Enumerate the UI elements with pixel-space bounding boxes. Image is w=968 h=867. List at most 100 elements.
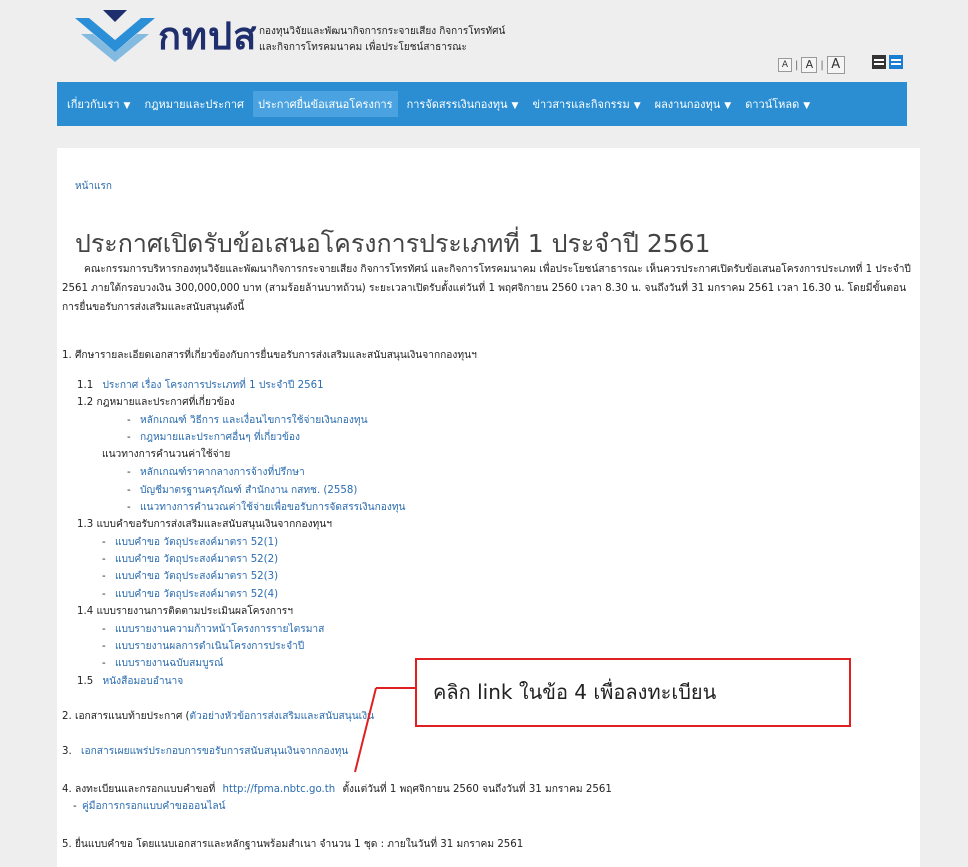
annotation-callout-box: คลิก link ในข้อ 4 เพื่อลงทะเบียน [415, 658, 851, 727]
section-2-text: 2. เอกสารแนบท้ายประกาศ ( [62, 711, 190, 722]
item-1-5: 1.5 หนังสือมอบอำนาจ [77, 675, 183, 689]
nav-item-fund-results[interactable]: ผลงานกองทุน ▼ [650, 91, 737, 117]
bullet-dash: - [102, 641, 106, 652]
section-1-heading: 1. ศึกษารายละเอียดเอกสารที่เกี่ยวข้องกับ… [62, 350, 477, 361]
nav-label: ข่าวสารและกิจกรรม [532, 98, 630, 111]
bullet-dash: - [102, 537, 106, 548]
list-item: - แนวทางการคำนวณค่าใช้จ่ายเพื่อขอรับการจ… [127, 501, 406, 515]
form-52-3-link[interactable]: แบบคำขอ วัตถุประสงค์มาตรา 52(3) [115, 571, 278, 582]
section-3: 3. เอกสารเผยแพร่ประกอบการขอรับการสนับสนุ… [62, 745, 348, 759]
font-size-small-button[interactable]: A [778, 58, 792, 72]
bullet-dash: - [127, 467, 131, 478]
page-title: ประกาศเปิดรับข้อเสนอโครงการประเภทที่ 1 ป… [75, 229, 711, 258]
section-4: 4. ลงทะเบียนและกรอกแบบคำขอที่ http://fpm… [62, 783, 612, 797]
bullet-dash: - [102, 658, 106, 669]
other-laws-link[interactable]: กฎหมายและประกาศอื่นๆ ที่เกี่ยวข้อง [140, 432, 300, 443]
funding-documents-link[interactable]: เอกสารเผยแพร่ประกอบการขอรับการสนับสนุนเง… [81, 746, 348, 757]
section-2: 2. เอกสารแนบท้ายประกาศ (ตัวอย่างหัวข้อกา… [62, 710, 374, 724]
section-5: 5. ยื่นแบบคำขอ โดยแนบเอกสารและหลักฐานพร้… [62, 839, 524, 850]
main-content: หน้าแรก ประกาศเปิดรับข้อเสนอโครงการประเภ… [57, 148, 920, 867]
font-size-medium-button[interactable]: A [801, 57, 818, 73]
form-52-1-link[interactable]: แบบคำขอ วัตถุประสงค์มาตรา 52(1) [115, 537, 278, 548]
list-item: - หลักเกณฑ์ วิธีการ และเงื่อนไขการใช้จ่า… [127, 414, 368, 428]
section-4-dates: ตั้งแต่วันที่ 1 พฤศจิกายน 2560 จนถึงวันท… [342, 784, 612, 795]
final-report-link[interactable]: แบบรายงานฉบับสมบูรณ์ [115, 658, 224, 669]
org-name-line1: กองทุนวิจัยและพัฒนากิจการกระจายเสียง กิจ… [259, 26, 506, 37]
bullet-dash: - [127, 415, 131, 426]
list-dark-icon[interactable] [872, 55, 886, 69]
list-item: - บัญชีมาตรฐานครุภัณฑ์ สำนักงาน กสทช. (2… [127, 484, 357, 498]
section-number: 3. [62, 746, 72, 757]
power-of-attorney-link[interactable]: หนังสือมอบอำนาจ [102, 676, 183, 687]
announcement-project-type1-link[interactable]: ประกาศ เรื่อง โครงการประเภทที่ 1 ประจำปี… [102, 380, 323, 391]
list-item: - หลักเกณฑ์ราคากลางการจ้างที่ปรึกษา [127, 466, 305, 480]
list-blue-icon[interactable] [889, 55, 903, 69]
caret-down-icon: ▼ [511, 101, 519, 111]
font-size-controls: A | A | A [778, 56, 845, 74]
equipment-standard-link[interactable]: บัญชีมาตรฐานครุภัณฑ์ สำนักงาน กสทช. (255… [140, 485, 357, 496]
view-mode-controls [872, 55, 903, 69]
list-item: - แบบคำขอ วัตถุประสงค์มาตรา 52(1) [102, 536, 278, 550]
nav-label: การจัดสรรเงินกองทุน [406, 98, 508, 111]
annotation-callout-text: คลิก link ในข้อ 4 เพื่อลงทะเบียน [433, 680, 717, 704]
org-name-line2: และกิจการโทรคมนาคม เพื่อประโยชน์สาธารณะ [259, 42, 467, 53]
bullet-dash: - [102, 624, 106, 635]
nav-label: ประกาศยื่นข้อเสนอโครงการ [257, 98, 393, 111]
item-1-3: 1.3 แบบคำขอรับการส่งเสริมและสนับสนุนเงิน… [77, 519, 332, 530]
site-header: กทปส กองทุนวิจัยและพัฒนากิจการกระจายเสีย… [0, 0, 968, 82]
funding-topics-example-link[interactable]: ตัวอย่างหัวข้อการส่งเสริมและสนับสนุนเงิน [190, 711, 375, 722]
bullet-dash: - [73, 801, 77, 812]
nav-label: ผลงานกองทุน [654, 98, 721, 111]
list-item: - แบบรายงานผลการดำเนินโครงการประจำปี [102, 640, 304, 654]
nav-label: ดาวน์โหลด [745, 98, 800, 111]
form-52-2-link[interactable]: แบบคำขอ วัตถุประสงค์มาตรา 52(2) [115, 554, 278, 565]
intro-paragraph: คณะกรรมการบริหารกองทุนวิจัยและพัฒนากิจกา… [62, 264, 911, 313]
nav-item-about[interactable]: เกี่ยวกับเรา ▼ [62, 91, 135, 117]
list-item: - แบบคำขอ วัตถุประสงค์มาตรา 52(2) [102, 553, 278, 567]
caret-down-icon: ▼ [633, 101, 641, 111]
criteria-fund-usage-link[interactable]: หลักเกณฑ์ วิธีการ และเงื่อนไขการใช้จ่ายเ… [140, 415, 368, 426]
item-1-1: 1.1 ประกาศ เรื่อง โครงการประเภทที่ 1 ประ… [77, 379, 324, 393]
annual-report-link[interactable]: แบบรายงานผลการดำเนินโครงการประจำปี [115, 641, 304, 652]
section-4-text: 4. ลงทะเบียนและกรอกแบบคำขอที่ [62, 784, 216, 795]
nav-label: กฎหมายและประกาศ [144, 98, 244, 111]
nav-label: เกี่ยวกับเรา [67, 98, 120, 111]
bullet-dash: - [102, 589, 106, 600]
cost-guideline-label: แนวทางการคำนวนค่าใช้จ่าย [102, 449, 231, 460]
font-size-large-button[interactable]: A [826, 56, 845, 74]
item-1-4: 1.4 แบบรายงานการติดตามประเมินผลโครงการฯ [77, 606, 294, 617]
breadcrumb-home[interactable]: หน้าแรก [75, 179, 112, 194]
online-form-manual-link[interactable]: คู่มือการกรอกแบบคำขอออนไลน์ [82, 801, 226, 812]
font-size-separator: | [820, 59, 824, 71]
logo-mark-icon[interactable] [75, 10, 155, 62]
main-nav: เกี่ยวกับเรา ▼ กฎหมายและประกาศ ประกาศยื่น… [57, 82, 907, 126]
item-number: 1.1 [77, 380, 94, 391]
list-item: - แบบคำขอ วัตถุประสงค์มาตรา 52(4) [102, 588, 278, 602]
item-1-2: 1.2 กฎหมายและประกาศที่เกี่ยวข้อง [77, 397, 235, 408]
bullet-dash: - [102, 554, 106, 565]
nav-item-download[interactable]: ดาวน์โหลด ▼ [740, 91, 815, 117]
bullet-dash: - [127, 485, 131, 496]
section-4-sub: - คู่มือการกรอกแบบคำขอออนไลน์ [73, 800, 226, 814]
item-number: 1.5 [77, 676, 94, 687]
caret-down-icon: ▼ [123, 101, 131, 111]
cost-calculation-link[interactable]: แนวทางการคำนวณค่าใช้จ่ายเพื่อขอรับการจัด… [140, 502, 406, 513]
list-item: - แบบรายงานฉบับสมบูรณ์ [102, 657, 223, 671]
list-item: - แบบรายงานความก้าวหน้าโครงการรายไตรมาส [102, 623, 324, 637]
nav-item-laws[interactable]: กฎหมายและประกาศ [139, 91, 249, 117]
bullet-dash: - [127, 432, 131, 443]
bullet-dash: - [127, 502, 131, 513]
form-52-4-link[interactable]: แบบคำขอ วัตถุประสงค์มาตรา 52(4) [115, 589, 278, 600]
list-item: - กฎหมายและประกาศอื่นๆ ที่เกี่ยวข้อง [127, 431, 300, 445]
list-item: - แบบคำขอ วัตถุประสงค์มาตรา 52(3) [102, 570, 278, 584]
fpma-registration-link[interactable]: http://fpma.nbtc.go.th [223, 784, 336, 795]
font-size-separator: | [795, 59, 799, 71]
logo-text[interactable]: กทปส [158, 10, 257, 62]
nav-item-proposal-announcement[interactable]: ประกาศยื่นข้อเสนอโครงการ [252, 91, 398, 117]
consultant-price-link[interactable]: หลักเกณฑ์ราคากลางการจ้างที่ปรึกษา [140, 467, 305, 478]
quarterly-report-link[interactable]: แบบรายงานความก้าวหน้าโครงการรายไตรมาส [115, 624, 324, 635]
caret-down-icon: ▼ [803, 101, 811, 111]
nav-item-fund-allocation[interactable]: การจัดสรรเงินกองทุน ▼ [402, 91, 524, 117]
caret-down-icon: ▼ [724, 101, 732, 111]
nav-item-news[interactable]: ข่าวสารและกิจกรรม ▼ [527, 91, 645, 117]
